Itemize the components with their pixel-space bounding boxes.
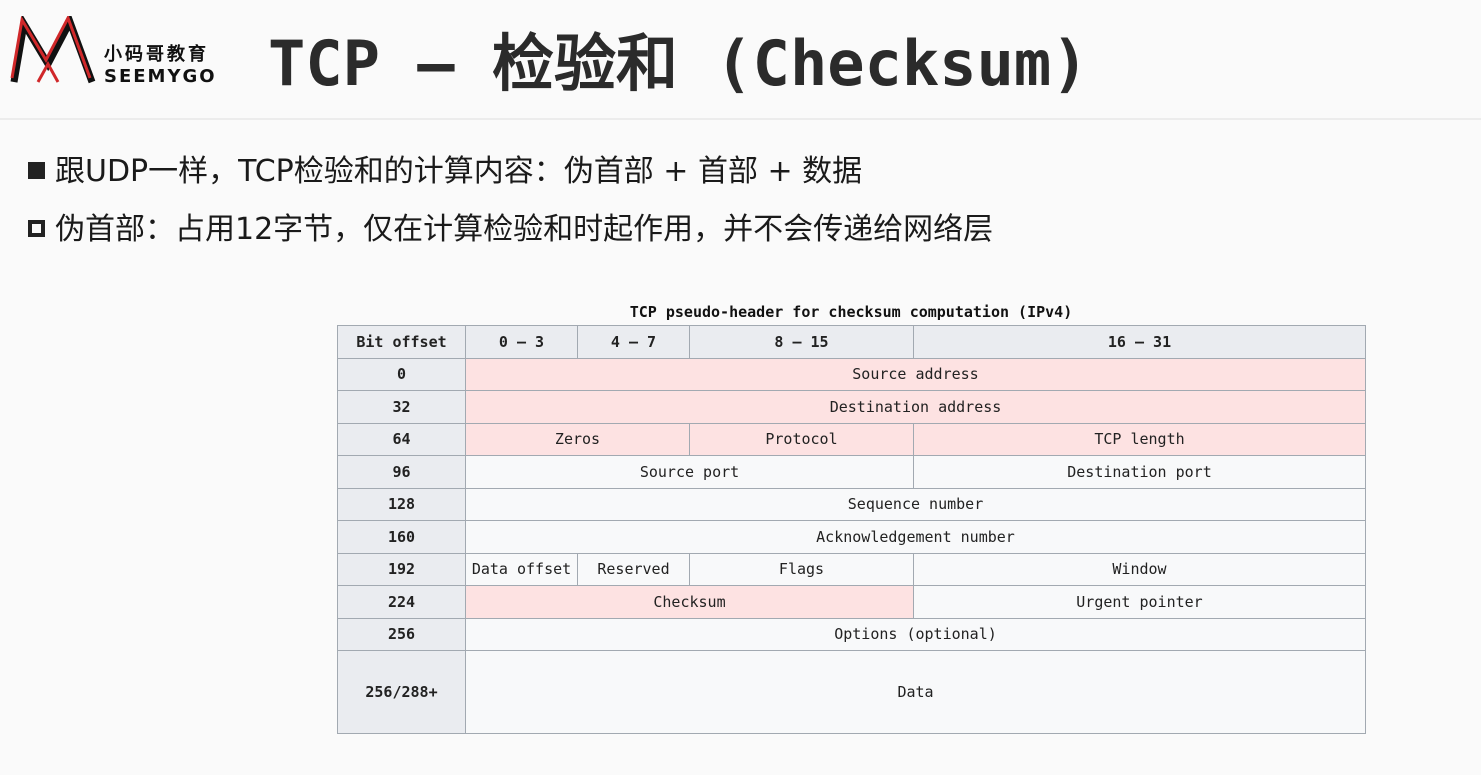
table-row: 128 Sequence number [337,487,1366,521]
filled-square-bullet-icon [28,162,45,179]
options-cell: Options (optional) [465,617,1366,651]
table-caption: TCP pseudo-header for checksum computati… [629,303,1073,321]
bullet-item: 跟UDP一样，TCP检验和的计算内容：伪首部 + 首部 + 数据 [28,152,862,192]
bit-offset-cell: 224 [337,585,466,619]
flags-cell: Flags [689,552,914,586]
logo-m-icon [10,16,96,84]
destination-address-cell: Destination address [465,390,1366,424]
sequence-number-cell: Sequence number [465,487,1366,521]
table-row: 256/288+ Data [337,650,1366,734]
data-offset-cell: Data offset [465,552,578,586]
destination-port-cell: Destination port [913,455,1366,489]
bullet-text: 伪首部：占用12字节，仅在计算检验和时起作用，并不会传递给网络层 [55,212,994,247]
table-row: 256 Options (optional) [337,617,1366,651]
logo-chinese-text: 小码哥教育 [104,44,209,65]
logo-english-text: SEEMYGO [104,66,217,87]
column-header: 16 – 31 [913,325,1366,359]
pseudo-header-table: Bit offset 0 – 3 4 – 7 8 – 15 16 – 31 0 … [337,325,1366,734]
table-row: 96 Source port Destination port [337,455,1366,489]
table-row: 224 Checksum Urgent pointer [337,585,1366,619]
brand-logo: 小码哥教育 SEEMYGO [8,16,233,90]
bit-offset-cell: 160 [337,520,466,554]
slide-header: 小码哥教育 SEEMYGO TCP – 检验和 (Checksum) [0,0,1481,120]
tcp-length-cell: TCP length [913,422,1366,456]
window-cell: Window [913,552,1366,586]
table-row: 0 Source address [337,357,1366,391]
slide-title: TCP – 检验和 (Checksum) [268,27,1089,100]
urgent-pointer-cell: Urgent pointer [913,585,1366,619]
checksum-cell: Checksum [465,585,914,619]
data-cell: Data [465,650,1366,734]
bit-offset-cell: 192 [337,552,466,586]
table-header-row: Bit offset 0 – 3 4 – 7 8 – 15 16 – 31 [337,325,1366,359]
source-port-cell: Source port [465,455,914,489]
column-header: 8 – 15 [689,325,914,359]
bit-offset-cell: 64 [337,422,466,456]
bit-offset-cell: 0 [337,357,466,391]
zeros-cell: Zeros [465,422,690,456]
bit-offset-cell: 32 [337,390,466,424]
protocol-cell: Protocol [689,422,914,456]
source-address-cell: Source address [465,357,1366,391]
acknowledgement-number-cell: Acknowledgement number [465,520,1366,554]
bit-offset-cell: 256 [337,617,466,651]
reserved-cell: Reserved [577,552,690,586]
column-header: 0 – 3 [465,325,578,359]
hollow-square-bullet-icon [28,220,45,237]
table-row: 160 Acknowledgement number [337,520,1366,554]
column-header: Bit offset [337,325,466,359]
bit-offset-cell: 96 [337,455,466,489]
bit-offset-cell: 128 [337,487,466,521]
table-row: 192 Data offset Reserved Flags Window [337,552,1366,586]
table-row: 32 Destination address [337,390,1366,424]
bit-offset-cell: 256/288+ [337,650,466,734]
table-row: 64 Zeros Protocol TCP length [337,422,1366,456]
bullet-item: 伪首部：占用12字节，仅在计算检验和时起作用，并不会传递给网络层 [28,210,993,250]
column-header: 4 – 7 [577,325,690,359]
bullet-text: 跟UDP一样，TCP检验和的计算内容：伪首部 + 首部 + 数据 [55,154,863,189]
